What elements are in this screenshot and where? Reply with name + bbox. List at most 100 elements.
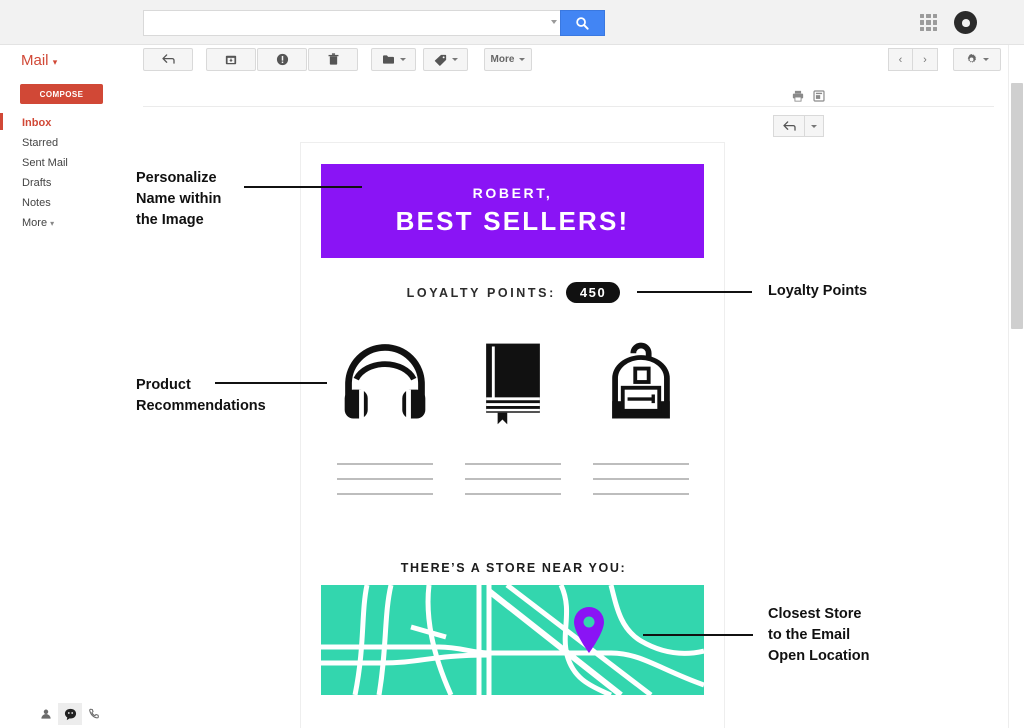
contacts-person-icon (41, 709, 51, 719)
sidebar-item-label: Starred (22, 137, 59, 149)
archive-button[interactable] (206, 48, 256, 71)
labels-button[interactable] (423, 48, 468, 71)
store-heading: THERE’S A STORE NEAR YOU: (400, 561, 627, 575)
print-button[interactable] (792, 89, 804, 107)
book-icon (486, 343, 540, 425)
account-avatar-icon[interactable] (954, 11, 977, 34)
sidebar-item-label: Sent Mail (22, 157, 68, 169)
sidebar-item-label: Notes (22, 197, 51, 209)
chevron-down-icon: ▾ (52, 57, 58, 67)
pane-divider (143, 106, 994, 107)
sidebar-item-label: Drafts (22, 177, 52, 189)
gear-icon (967, 53, 977, 63)
reply-arrow-icon (782, 120, 796, 131)
search-input[interactable] (143, 10, 560, 36)
open-in-new-window-button[interactable] (813, 89, 825, 107)
chevron-down-icon (811, 124, 817, 128)
sidebar-item-starred[interactable]: Starred (22, 133, 127, 153)
sidebar-item-drafts[interactable]: Drafts (22, 173, 127, 193)
phone-icon (89, 708, 99, 719)
product-card[interactable] (449, 323, 577, 508)
annotation-line: Personalize (136, 170, 217, 186)
chevron-down-icon (983, 58, 989, 61)
sidebar-item-more[interactable]: More ▾ (22, 213, 127, 233)
mail-menu[interactable]: Mail ▾ (21, 52, 57, 69)
folder-list: Inbox Starred Sent Mail Drafts Notes Mor… (22, 113, 127, 233)
reply-button[interactable] (773, 115, 805, 137)
store-map[interactable] (321, 585, 704, 695)
search-options-caret-icon[interactable] (551, 20, 557, 24)
more-button[interactable]: More (484, 48, 532, 71)
tag-icon (434, 54, 446, 66)
chevron-down-icon (451, 58, 458, 61)
scrollbar-thumb[interactable] (1011, 83, 1023, 329)
exclamation-circle-icon (276, 53, 288, 66)
compose-label: COMPOSE (39, 89, 84, 99)
chevron-down-icon (399, 58, 406, 61)
sidebar-item-notes[interactable]: Notes (22, 193, 127, 213)
app-root: Mail ▾ More ‹ › COMPOSE Inbox Starred Se… (0, 0, 1024, 728)
map-pin-icon (574, 607, 604, 653)
phone-button[interactable] (82, 703, 106, 725)
delete-button[interactable] (308, 48, 358, 71)
headphones-icon (344, 344, 426, 419)
sidebar-item-sent-mail[interactable]: Sent Mail (22, 153, 127, 173)
backpack-icon (612, 342, 670, 419)
leader-line-closest-store (643, 634, 753, 636)
loyalty-points-label: LOYALTY POINTS: (406, 285, 556, 300)
loyalty-points-badge: 450 (565, 282, 621, 303)
email-creative: ROBERT, BEST SELLERS! LOYALTY POINTS: 45… (300, 142, 725, 728)
search-button[interactable] (560, 10, 605, 36)
next-message-button[interactable]: › (913, 48, 938, 71)
vertical-scrollbar[interactable] (1008, 45, 1024, 728)
annotation-line: Open Location (768, 648, 870, 664)
sidebar-item-inbox[interactable]: Inbox (22, 113, 127, 133)
move-to-button[interactable] (371, 48, 416, 71)
compose-button[interactable]: COMPOSE (20, 84, 103, 104)
chevron-right-icon: › (923, 53, 927, 66)
open-in-new-window-icon (813, 90, 825, 102)
product-card[interactable] (577, 323, 705, 508)
apps-grid-icon[interactable] (918, 12, 939, 33)
hero-greeting: ROBERT, (472, 185, 553, 201)
back-arrow-icon (161, 54, 175, 64)
report-spam-button[interactable] (257, 48, 307, 71)
sidebar-item-label: Inbox (22, 117, 52, 129)
mail-menu-label: Mail (21, 52, 49, 69)
more-button-label: More (490, 54, 515, 65)
contacts-person-button[interactable] (34, 703, 58, 725)
product-image (465, 323, 561, 441)
previous-message-button[interactable]: ‹ (888, 48, 913, 71)
trash-icon (328, 53, 338, 65)
product-card[interactable] (321, 323, 449, 508)
archive-icon (225, 55, 237, 64)
sidebar-item-label: More (22, 217, 48, 229)
annotation-line: Name within (136, 191, 222, 207)
annotation-line: Loyalty Points (768, 283, 868, 299)
search-container (143, 10, 605, 36)
message-actions (792, 89, 825, 107)
printer-icon (792, 90, 804, 102)
product-image (593, 323, 689, 441)
leader-line-loyalty-points (637, 291, 752, 293)
chevron-down-icon (519, 58, 526, 61)
active-folder-stripe (0, 113, 3, 130)
email-hero-banner: ROBERT, BEST SELLERS! (321, 164, 704, 258)
top-search-bar (0, 0, 1024, 45)
annotation-loyalty-points: Loyalty Points (768, 281, 968, 302)
product-recommendations-row (321, 323, 706, 508)
chevron-left-icon: ‹ (898, 53, 903, 66)
settings-button[interactable] (953, 48, 1001, 71)
annotation-line: the Image (136, 212, 204, 228)
reply-options-button[interactable] (805, 115, 824, 137)
annotation-personalize: Personalize Name within the Image (136, 168, 256, 231)
hero-headline: BEST SELLERS! (395, 206, 630, 236)
map-graphic (321, 585, 704, 695)
back-button[interactable] (143, 48, 193, 71)
annotation-closest-store: Closest Store to the Email Open Location (768, 604, 968, 667)
chevron-down-icon: ▾ (50, 219, 55, 228)
product-text-placeholder (337, 463, 433, 508)
chat-bubble-icon (64, 708, 76, 720)
chat-button[interactable] (58, 703, 82, 725)
product-image (337, 323, 433, 441)
